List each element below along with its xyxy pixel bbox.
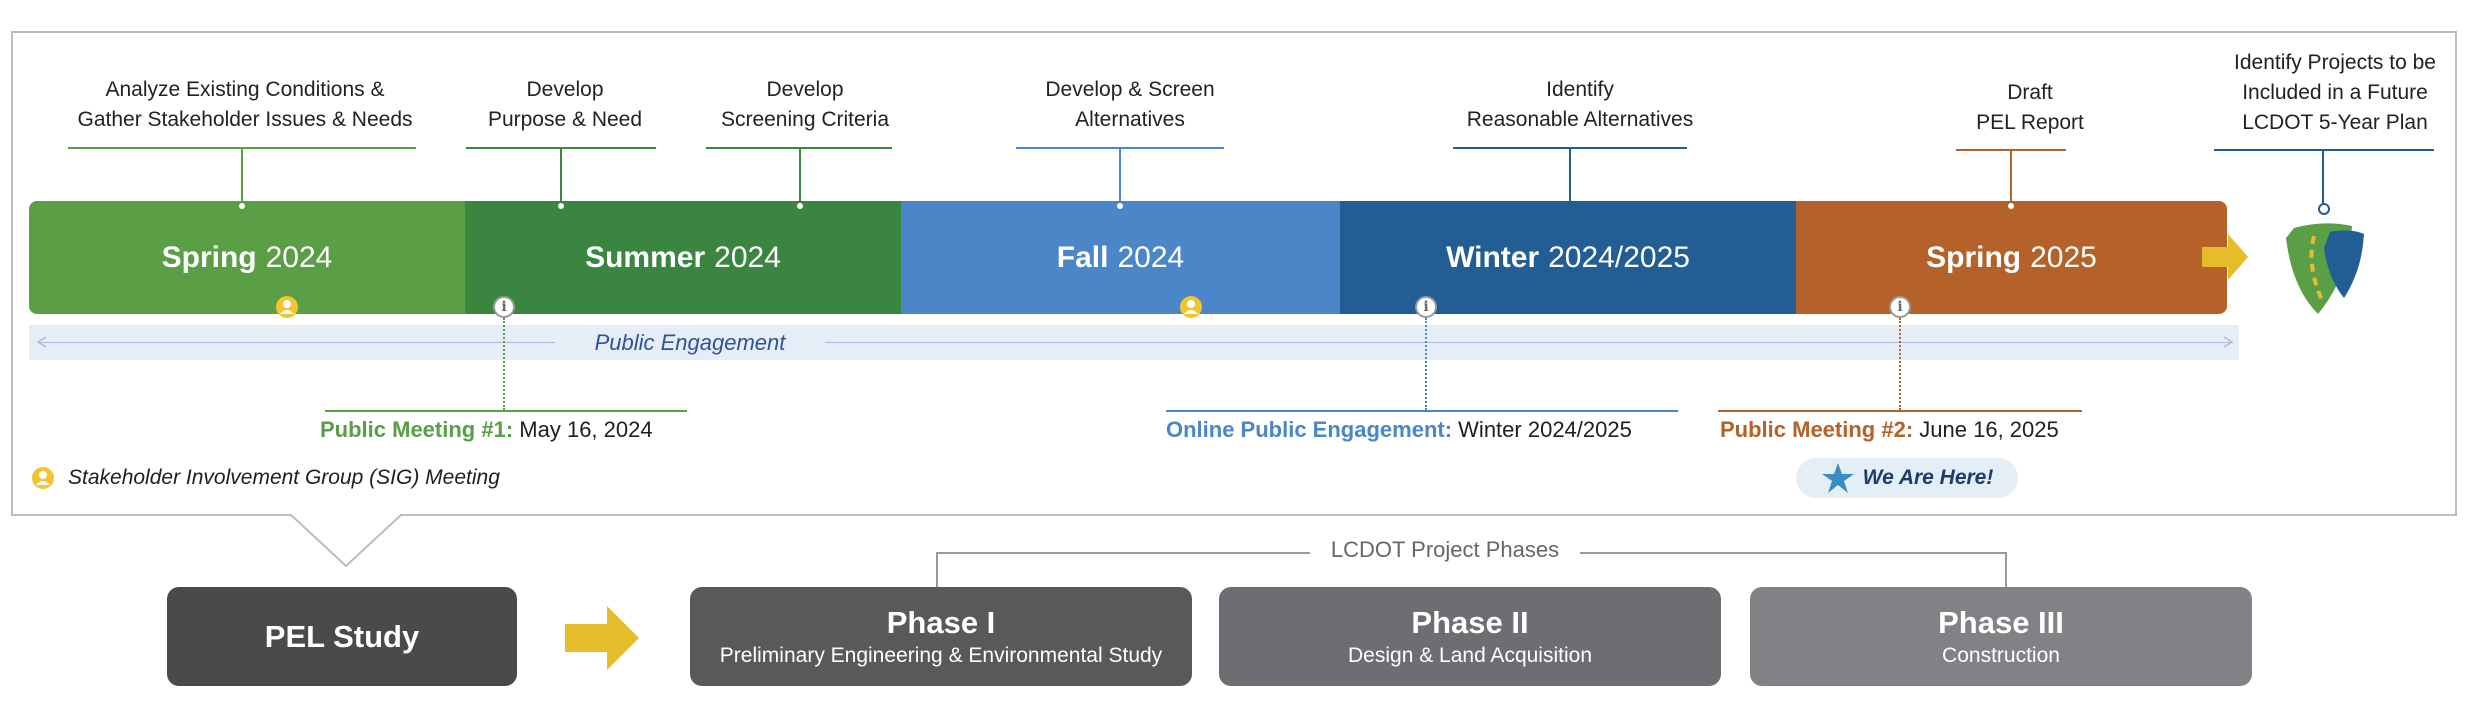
meeting-date: May 16, 2024 (519, 417, 653, 442)
task-line: Draft (2007, 81, 2053, 104)
pel-study-label: PEL Study (264, 618, 420, 654)
task-line: Purpose & Need (487, 108, 643, 131)
info-icon: i (1415, 296, 1437, 318)
season-year: 2024 (1117, 240, 1185, 274)
season-year: 2025 (2030, 240, 2097, 274)
season-summer-2024: Summer 2024 (465, 201, 901, 314)
meeting-date: June 16, 2025 (1919, 417, 2059, 442)
phase-title: Phase II (1411, 604, 1529, 640)
season-spring-2024: Spring 2024 (29, 201, 465, 314)
phase-title: Phase I (886, 604, 996, 640)
task-underline (2214, 149, 2434, 151)
task-line: Analyze Existing Conditions & (105, 78, 385, 101)
task-line: Develop & Screen (1045, 78, 1215, 101)
season-year: 2024/2025 (1548, 240, 1690, 274)
task-line: Gather Stakeholder Issues & Needs (77, 108, 413, 131)
phase-title: Phase III (1938, 604, 2064, 640)
season-year: 2024 (265, 240, 333, 274)
pel-study-box: PEL Study (167, 587, 517, 686)
task-connector (2322, 149, 2324, 205)
task-line: LCDOT 5-Year Plan (2242, 111, 2428, 134)
task-line: Screening Criteria (720, 108, 890, 131)
meeting-title: Public Meeting #1: (320, 417, 514, 442)
season-name: Spring (1926, 240, 2022, 274)
meeting-date: Winter 2024/2025 (1458, 417, 1632, 442)
season-name: Fall (1056, 240, 1109, 274)
public-meeting-2: Public Meeting #2: June 16, 2025 (1720, 415, 2059, 445)
meeting-underline (1166, 410, 1678, 412)
task-purpose-need: Develop Purpose & Need (470, 75, 660, 135)
task-identify-projects: Identify Projects to be Included in a Fu… (2205, 48, 2465, 138)
legend: Stakeholder Involvement Group (SIG) Meet… (32, 466, 500, 490)
arrow-right-icon (565, 606, 639, 670)
phase-2-box: Phase II Design & Land Acquisition (1219, 587, 1721, 686)
task-line: Alternatives (1075, 108, 1185, 131)
task-line: Identify Projects to be (2234, 51, 2436, 74)
info-icon: i (493, 296, 515, 318)
meeting-underline (325, 410, 687, 412)
we-are-here-badge: We Are Here! (1796, 458, 2018, 498)
meeting-underline (1718, 410, 2082, 412)
milestone-dot (558, 203, 564, 209)
task-line: Included in a Future (2242, 81, 2428, 104)
phase-subtitle: Design & Land Acquisition (1348, 643, 1592, 667)
we-are-here-label: We Are Here! (1862, 466, 1994, 489)
sig-person-icon (1180, 296, 1202, 318)
milestone-dot (797, 203, 803, 209)
task-reasonable-alternatives: Identify Reasonable Alternatives (1440, 75, 1720, 135)
task-draft-report: Draft PEL Report (1960, 78, 2100, 138)
milestone-dot (1117, 203, 1123, 209)
task-screen-alternatives: Develop & Screen Alternatives (1020, 75, 1240, 135)
legend-label: Stakeholder Involvement Group (SIG) Meet… (68, 466, 500, 489)
task-connector (799, 147, 801, 205)
task-line: Develop (766, 78, 844, 101)
milestone-dot (239, 203, 245, 209)
meeting-title: Public Meeting #2: (1720, 417, 1914, 442)
task-line: PEL Report (1976, 111, 2084, 134)
info-icon: i (1889, 296, 1911, 318)
online-public-engagement: Online Public Engagement: Winter 2024/20… (1166, 415, 1632, 445)
road-shield-icon (2286, 223, 2364, 314)
season-spring-2025: Spring 2025 (1796, 201, 2227, 314)
season-winter-2024-2025: Winter 2024/2025 (1340, 201, 1796, 314)
task-analyze-conditions: Analyze Existing Conditions & Gather Sta… (50, 75, 440, 135)
milestone-dot (2008, 203, 2014, 209)
phase-subtitle: Preliminary Engineering & Environmental … (719, 643, 1163, 667)
task-line: Develop (526, 78, 604, 101)
arrow-right-icon (2223, 336, 2234, 348)
arrow-right-icon (2202, 234, 2248, 280)
engagement-arrow-line (40, 342, 2230, 343)
public-meeting-1: Public Meeting #1: May 16, 2024 (320, 415, 653, 445)
meeting-connector (503, 318, 505, 410)
meeting-connector (1425, 318, 1427, 410)
season-fall-2024: Fall 2024 (901, 201, 1340, 314)
season-name: Summer (585, 240, 706, 274)
task-line: Identify (1546, 78, 1614, 101)
sig-person-icon (276, 296, 298, 318)
task-line: Reasonable Alternatives (1466, 108, 1694, 131)
phase-3-box: Phase III Construction (1750, 587, 2252, 686)
season-year: 2024 (714, 240, 781, 274)
task-connector (560, 147, 562, 205)
task-screening-criteria: Develop Screening Criteria (705, 75, 905, 135)
season-name: Spring (161, 240, 257, 274)
star-icon (1821, 463, 1854, 493)
meeting-connector (1899, 318, 1901, 410)
task-connector (241, 147, 243, 205)
task-connector (1119, 147, 1121, 205)
phase-subtitle: Construction (1942, 643, 2060, 667)
arrow-left-icon (36, 336, 47, 348)
sig-person-icon (32, 467, 54, 489)
frame-pointer (290, 514, 403, 568)
phase-1-box: Phase I Preliminary Engineering & Enviro… (690, 587, 1192, 686)
task-connector (1569, 147, 1571, 205)
task-connector (2010, 149, 2012, 205)
season-name: Winter (1446, 240, 1540, 274)
phases-header: LCDOT Project Phases (1310, 537, 1580, 563)
meeting-title: Online Public Engagement: (1166, 417, 1453, 442)
public-engagement-label: Public Engagement (555, 326, 825, 360)
milestone-dot (2318, 203, 2330, 215)
